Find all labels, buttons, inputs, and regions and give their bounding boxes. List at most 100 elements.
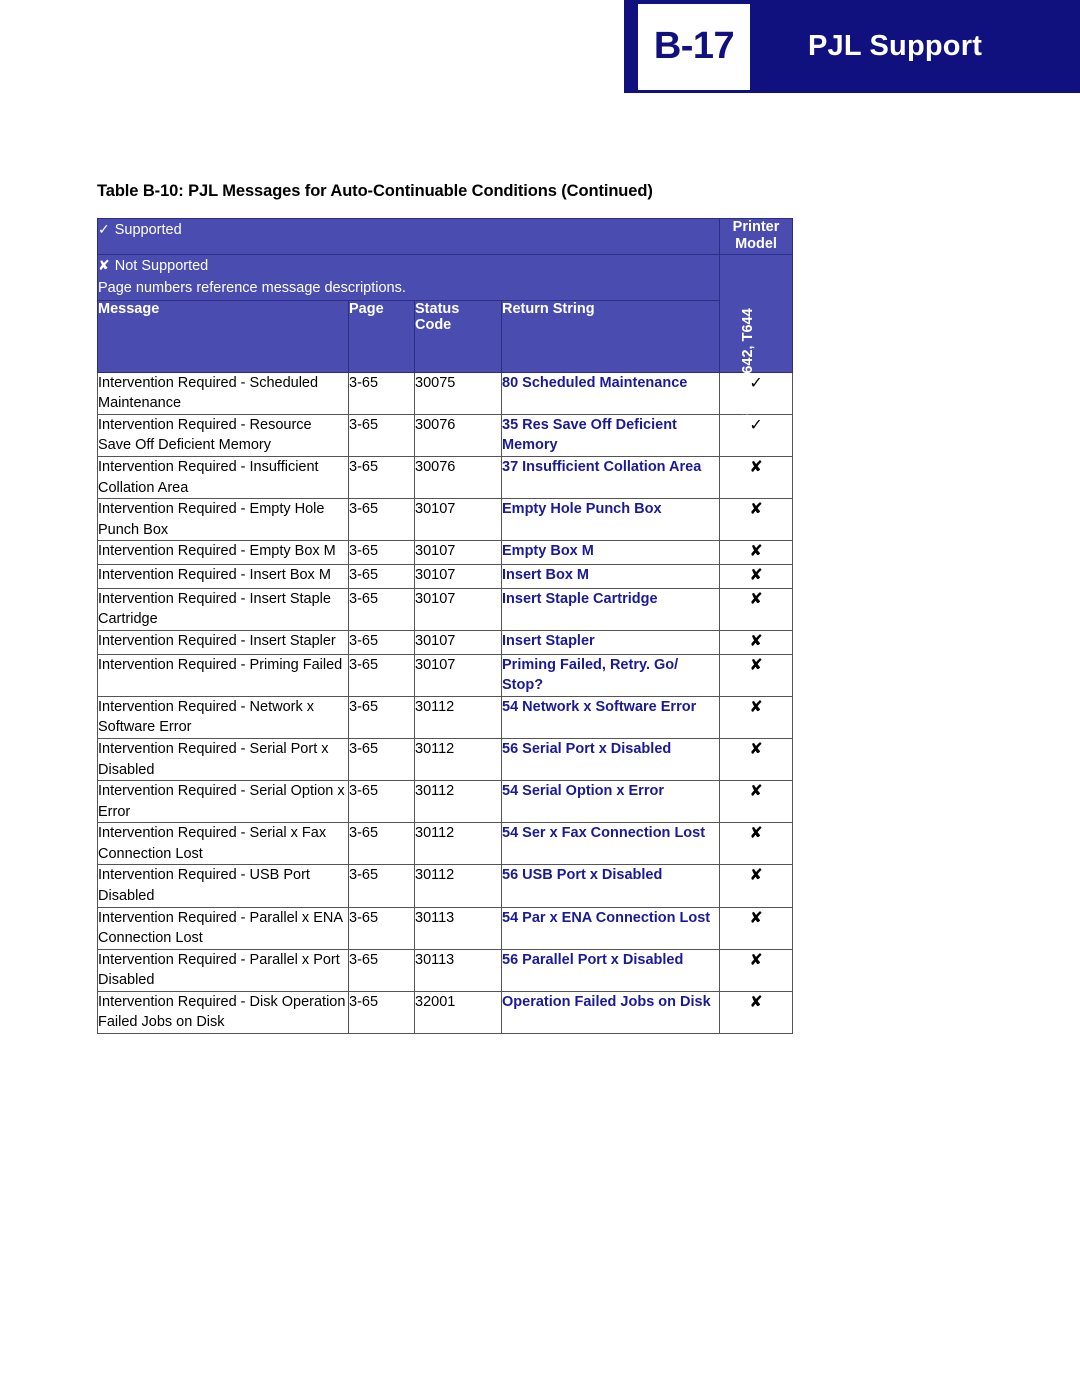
row-page: 3-65 <box>348 564 415 589</box>
row-page: 3-65 <box>348 540 415 566</box>
cross-icon: ✘ <box>98 256 110 273</box>
row-return-string: 56 Parallel Port x Disabled <box>500 948 721 992</box>
row-message: Intervention Required - Empty Box M <box>97 540 349 566</box>
column-header-status-code: Status Code <box>414 299 502 373</box>
row-support-mark: ✘ <box>719 587 794 631</box>
row-status-code: 30076 <box>414 456 502 500</box>
page-number-box: B-17 <box>638 3 750 90</box>
row-status-code: 30107 <box>414 653 502 697</box>
row-return-string: 54 Par x ENA Connection Lost <box>500 906 721 950</box>
legend-not-supported-label: Not Supported <box>114 257 209 274</box>
row-page: 3-65 <box>348 413 415 458</box>
row-return-string: 54 Ser x Fax Connection Lost <box>500 822 721 866</box>
table-row: Intervention Required - Disk Operation F… <box>97 990 794 1035</box>
row-page: 3-65 <box>348 780 415 824</box>
table-body: Intervention Required - Scheduled Mainte… <box>97 371 794 1035</box>
row-status-code: 30112 <box>414 864 502 908</box>
table-row: Intervention Required - Empty Hole Punch… <box>97 498 794 542</box>
printer-model-list-label: T640, T642, T644 <box>740 308 757 424</box>
legend-page-note: Page numbers reference message descripti… <box>98 280 406 297</box>
table-column-header-row: Message Page Status Code Return String <box>97 299 793 373</box>
row-support-mark: ✘ <box>719 990 794 1035</box>
row-status-code: 30107 <box>414 564 502 589</box>
row-support-mark: ✘ <box>719 906 794 950</box>
printer-model-heading: Printer Model <box>719 218 794 255</box>
row-message: Intervention Required - Empty Hole Punch… <box>97 498 349 542</box>
table-row: Intervention Required - Serial Option x … <box>97 780 794 824</box>
row-support-mark: ✘ <box>719 737 794 782</box>
table-row: Intervention Required - Serial Port x Di… <box>97 737 794 782</box>
row-support-mark: ✘ <box>719 564 794 589</box>
row-status-code: 30107 <box>414 587 502 631</box>
legend-supported-cell: ✓ Supported <box>96 218 721 255</box>
row-support-mark: ✘ <box>719 864 794 908</box>
column-header-status-code-line1: Status <box>415 300 460 317</box>
row-status-code: 30075 <box>414 371 502 415</box>
column-header-page: Page <box>348 299 415 373</box>
row-message: Intervention Required - Insert Box M <box>97 564 349 589</box>
row-message: Intervention Required - Parallel x ENA C… <box>97 906 349 950</box>
row-return-string: Operation Failed Jobs on Disk <box>500 990 721 1035</box>
row-page: 3-65 <box>348 371 415 415</box>
row-message: Intervention Required - Resource Save Of… <box>97 413 349 458</box>
table-row: Intervention Required - Priming Failed 3-… <box>97 653 794 697</box>
printer-model-list-cell: T640, T642, T644 <box>719 253 794 423</box>
table-legend-row-not-supported: ✘ Not Supported Page numbers reference me… <box>96 253 794 423</box>
row-message: Intervention Required - Disk Operation F… <box>97 990 349 1035</box>
row-return-string: 80 Scheduled Maintenance <box>500 371 721 415</box>
table-row: Intervention Required - Parallel x ENA C… <box>97 906 794 950</box>
row-support-mark: ✘ <box>719 653 794 697</box>
row-page: 3-65 <box>348 653 415 697</box>
printer-model-heading-line2: Model <box>735 236 777 253</box>
column-header-status-code-line2: Code <box>415 316 452 333</box>
row-return-string: Insert Stapler <box>500 629 721 655</box>
row-support-mark: ✘ <box>719 498 794 542</box>
row-page: 3-65 <box>348 737 415 782</box>
row-status-code: 30113 <box>414 948 502 992</box>
row-message: Intervention Required - Priming Failed <box>97 653 349 697</box>
row-return-string: 35 Res Save Off Deficient Memory <box>500 413 721 458</box>
row-message: Intervention Required - Insert Stapler <box>97 629 349 655</box>
row-status-code: 30112 <box>414 695 502 739</box>
table-legend-row-supported: ✓ Supported Printer Model <box>96 218 794 255</box>
row-support-mark: ✘ <box>719 948 794 992</box>
row-support-mark: ✘ <box>719 456 794 500</box>
row-return-string: Priming Failed, Retry. Go/ Stop? <box>500 653 721 697</box>
row-support-mark: ✘ <box>719 629 794 655</box>
row-status-code: 30107 <box>414 540 502 566</box>
page-running-header: B-17 PJL Support <box>624 0 1080 93</box>
row-page: 3-65 <box>348 990 415 1035</box>
row-status-code: 30076 <box>414 413 502 458</box>
row-support-mark: ✘ <box>719 822 794 866</box>
row-return-string: 37 Insufficient Collation Area <box>500 456 721 500</box>
row-page: 3-65 <box>348 822 415 866</box>
check-icon: ✓ <box>98 221 110 237</box>
row-message: Intervention Required - Serial x Fax Con… <box>97 822 349 866</box>
row-status-code: 32001 <box>414 990 502 1035</box>
table-row: Intervention Required - Resource Save Of… <box>97 413 794 458</box>
row-page: 3-65 <box>348 629 415 655</box>
table-row: Intervention Required - Parallel x Port … <box>97 948 794 992</box>
row-page: 3-65 <box>348 948 415 992</box>
row-message: Intervention Required - Insert Staple Ca… <box>97 587 349 631</box>
row-status-code: 30113 <box>414 906 502 950</box>
row-page: 3-65 <box>348 498 415 542</box>
row-support-mark: ✘ <box>719 780 794 824</box>
row-message: Intervention Required - Serial Option x … <box>97 780 349 824</box>
table-row: Intervention Required - Network x Softwa… <box>97 695 794 739</box>
table-caption: Table B-10: PJL Messages for Auto-Contin… <box>97 182 653 200</box>
row-status-code: 30112 <box>414 822 502 866</box>
row-status-code: 30112 <box>414 780 502 824</box>
row-message: Intervention Required - Serial Port x Di… <box>97 737 349 782</box>
row-status-code: 30107 <box>414 629 502 655</box>
row-message: Intervention Required - USB Port Disable… <box>97 864 349 908</box>
table-row: Intervention Required - Insert Stapler 3-… <box>97 629 794 655</box>
table-row: Intervention Required - Empty Box M 3-65 3… <box>97 540 794 566</box>
row-return-string: Empty Box M <box>500 540 721 566</box>
row-page: 3-65 <box>348 906 415 950</box>
column-header-message: Message <box>97 299 349 373</box>
row-return-string: 56 Serial Port x Disabled <box>500 737 721 782</box>
row-return-string: 54 Serial Option x Error <box>500 780 721 824</box>
row-support-mark: ✓ <box>719 371 794 415</box>
column-header-return-string: Return String <box>500 299 721 373</box>
